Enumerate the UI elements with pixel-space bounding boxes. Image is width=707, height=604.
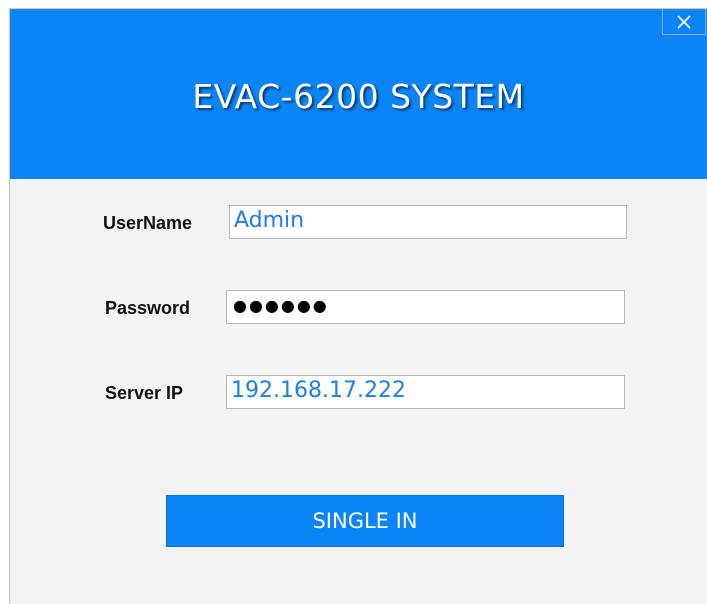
server-ip-input[interactable]: 192.168.17.222: [226, 375, 625, 409]
username-label: UserName: [103, 213, 193, 233]
app-title: EVAC-6200 SYSTEM: [192, 77, 525, 116]
close-button[interactable]: [662, 9, 706, 35]
close-icon: [677, 14, 691, 29]
server-ip-label: Server IP: [105, 383, 184, 403]
login-window: EVAC-6200 SYSTEM UserName Admin Password…: [9, 8, 707, 604]
header-banner: EVAC-6200 SYSTEM: [10, 9, 707, 179]
sign-in-button[interactable]: SINGLE IN: [166, 495, 564, 547]
password-input[interactable]: ●●●●●●: [226, 290, 625, 324]
password-label: Password: [105, 298, 191, 318]
username-input[interactable]: Admin: [229, 205, 627, 239]
